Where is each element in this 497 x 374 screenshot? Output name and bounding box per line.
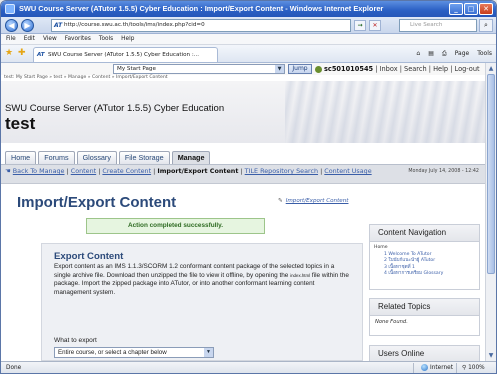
top-links[interactable]: | Inbox | Search | Help | Log-out [375,65,479,73]
content-usage-link[interactable]: Content Usage [324,167,371,175]
add-favorite-icon[interactable]: ✚ [18,49,26,58]
tab-home[interactable]: Home [5,151,37,164]
back-hand-icon: ☚ [5,167,11,175]
jump-row: My Start Page ▼ Jump sc501010545 | Inbox… [1,63,485,75]
nav-item[interactable]: 4 เนื้อหาการเตรียม Glossary [374,271,475,278]
scroll-thumb[interactable] [487,74,495,274]
minimize-button[interactable]: _ [449,3,463,15]
url-input[interactable]: AT http://course.swu.ac.th/tools/ims/ind… [51,19,351,32]
home-icon[interactable]: ⌂ [416,49,420,59]
window-title: SWU Course Server (ATutor 1.5.5) Cyber E… [19,4,384,13]
tab-bar: ★ ✚ AT SWU Course Server (ATutor 1.5.5) … [1,45,496,63]
date-time: Monday July 14, 2008 - 12:42 [408,169,479,174]
forward-icon[interactable]: ▶ [21,19,34,32]
menu-tools[interactable]: Tools [99,34,113,44]
export-description: Export content as an IMS 1.1.3/SCORM 1.2… [54,263,349,296]
search-input[interactable]: Live Search [399,19,477,32]
users-online-box: Users Online [369,345,480,361]
menu-edit[interactable]: Edit [24,34,35,44]
security-zone: Internet [421,362,453,373]
page-favicon-icon: AT [54,22,63,29]
current-page-label: Import/Export Content [157,167,239,175]
stop-icon[interactable]: ✕ [369,20,381,31]
feeds-icon[interactable]: ▤ [428,49,434,59]
status-divider [456,363,457,373]
username: sc501010545 [324,65,374,73]
header-decoration [285,81,485,143]
tab-manage[interactable]: Manage [171,151,211,164]
user-links: sc501010545 | Inbox | Search | Help | Lo… [315,64,480,74]
browser-window: SWU Course Server (ATutor 1.5.5) Cyber E… [0,0,497,374]
maximize-button[interactable]: □ [464,3,478,15]
what-to-export-label: What to export [54,337,97,344]
go-icon[interactable]: → [354,20,366,31]
content-navigation-title: Content Navigation [370,225,479,242]
tools-menu[interactable]: Tools [477,49,492,59]
page-menu[interactable]: Page [455,49,470,59]
success-message: Action completed successfully. [86,218,265,234]
address-bar: ◀ ▶ AT http://course.swu.ac.th/tools/ims… [1,17,496,34]
page-title: Import/Export Content [17,194,177,211]
close-button[interactable]: ✕ [479,3,493,15]
menu-file[interactable]: File [6,34,16,44]
scroll-up-icon[interactable]: ▲ [487,64,495,73]
status-text: Done [6,365,22,371]
users-online-title: Users Online [370,346,479,361]
menu-bar: File Edit View Favorites Tools Help [1,34,496,45]
favorites-star-icon[interactable]: ★ [5,49,13,58]
search-icon[interactable]: ⌕ [479,19,493,32]
ie-icon [5,4,15,14]
print-icon[interactable]: ⎙ [442,49,447,59]
globe-icon [421,364,428,371]
vertical-scrollbar[interactable]: ▲ ▼ [485,63,496,361]
chevron-down-icon: ▼ [275,65,284,73]
content-link[interactable]: Content [71,167,96,175]
user-icon [315,65,322,73]
jump-button[interactable]: Jump [288,64,312,74]
title-bar: SWU Course Server (ATutor 1.5.5) Cyber E… [1,1,496,17]
menu-view[interactable]: View [43,34,57,44]
status-bar: Done Internet ⚲ 100% [1,361,496,373]
tab-file-storage[interactable]: File Storage [118,151,170,164]
page-content: My Start Page ▼ Jump sc501010545 | Inbox… [1,63,485,361]
course-name: test [5,114,36,133]
help-link[interactable]: ✎ Import/Export Content [278,198,348,204]
header-band: SWU Course Server (ATutor 1.5.5) Cyber E… [1,81,485,143]
create-content-link[interactable]: Create Content [102,167,151,175]
browser-tab[interactable]: AT SWU Course Server (ATutor 1.5.5) Cybe… [33,47,218,62]
what-to-export-select[interactable]: Entire course, or select a chapter below… [54,347,214,358]
breadcrumb: test: My Start Page » test » Manage » Co… [4,75,168,80]
course-tabs: Home Forums Glossary File Storage Manage [5,151,211,164]
jump-select[interactable]: My Start Page ▼ [113,64,285,74]
back-icon[interactable]: ◀ [5,19,18,32]
related-topics-body: None Found. [375,319,408,325]
back-to-manage-link[interactable]: Back To Manage [13,167,65,175]
site-title: SWU Course Server (ATutor 1.5.5) Cyber E… [5,103,225,114]
sub-navigation: ☚ Back To Manage | Content | Create Cont… [1,164,485,184]
pencil-icon: ✎ [278,198,283,204]
tab-glossary[interactable]: Glossary [76,151,117,164]
related-topics-box: Related Topics None Found. [369,298,480,336]
tile-search-link[interactable]: TILE Repository Search [245,167,318,175]
chevron-down-icon: ▼ [204,348,213,357]
status-divider [413,363,414,373]
zoom-level[interactable]: ⚲ 100% [462,362,485,373]
tab-favicon-icon: AT [37,52,45,58]
menu-help[interactable]: Help [121,34,134,44]
export-heading: Export Content [54,251,124,262]
content-navigation-box: Content Navigation Home 1 Welcome To ATu… [369,224,480,290]
scroll-down-icon[interactable]: ▼ [487,351,495,360]
related-topics-title: Related Topics [370,299,479,316]
export-section: Export Content Export content as an IMS … [41,243,363,361]
tab-forums[interactable]: Forums [38,151,75,164]
menu-favorites[interactable]: Favorites [65,34,91,44]
